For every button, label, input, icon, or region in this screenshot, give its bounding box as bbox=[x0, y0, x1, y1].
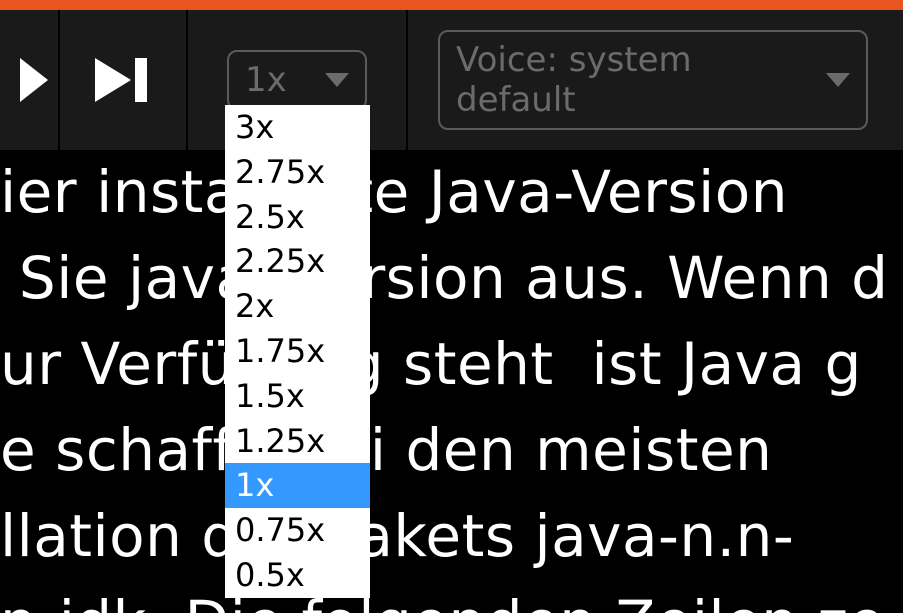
voice-cell: Voice: system default bbox=[408, 10, 903, 150]
speed-option[interactable]: 2x bbox=[225, 284, 370, 329]
speed-option[interactable]: 1.5x bbox=[225, 374, 370, 419]
speed-option[interactable]: 1.25x bbox=[225, 419, 370, 464]
content-line: Sie java -version aus. Wenn d bbox=[0, 240, 888, 317]
play-button[interactable] bbox=[0, 10, 60, 150]
voice-dropdown[interactable]: Voice: system default bbox=[438, 30, 868, 130]
speed-dropdown-list: 3x 2.75x 2.5x 2.25x 2x 1.75x 1.5x 1.25x … bbox=[225, 105, 370, 598]
speed-option[interactable]: 2.75x bbox=[225, 150, 370, 195]
speed-selected-label: 1x bbox=[245, 60, 287, 100]
speed-option[interactable]: 3x bbox=[225, 105, 370, 150]
accent-bar bbox=[0, 0, 903, 10]
play-icon bbox=[20, 58, 48, 102]
speed-option[interactable]: 2.25x bbox=[225, 239, 370, 284]
speed-option[interactable]: 0.75x bbox=[225, 508, 370, 553]
voice-selected-label: Voice: system default bbox=[456, 40, 816, 120]
speed-option[interactable]: 0.5x bbox=[225, 553, 370, 598]
speed-option[interactable]: 1.75x bbox=[225, 329, 370, 374]
content-line: ier installierte Java-Version bbox=[0, 154, 788, 231]
content-line: ur Verfügung steht ist Java g bbox=[0, 326, 862, 403]
next-track-button[interactable] bbox=[60, 10, 188, 150]
next-track-icon bbox=[95, 58, 151, 102]
reader-content: ier installierte Java-Version Sie java -… bbox=[0, 150, 903, 613]
speed-option[interactable]: 1x bbox=[225, 463, 370, 508]
speed-option[interactable]: 2.5x bbox=[225, 195, 370, 240]
chevron-down-icon bbox=[826, 73, 850, 87]
toolbar: 1x Voice: system default bbox=[0, 10, 903, 150]
content-line: e schafft. Bei den meisten bbox=[0, 412, 772, 489]
content-line: llation des Pakets java-n.n- bbox=[0, 498, 794, 575]
content-line: n-jdk. Die folgenden Zeilen ze bbox=[0, 584, 885, 613]
speed-dropdown[interactable]: 1x bbox=[227, 50, 367, 110]
chevron-down-icon bbox=[325, 73, 349, 87]
